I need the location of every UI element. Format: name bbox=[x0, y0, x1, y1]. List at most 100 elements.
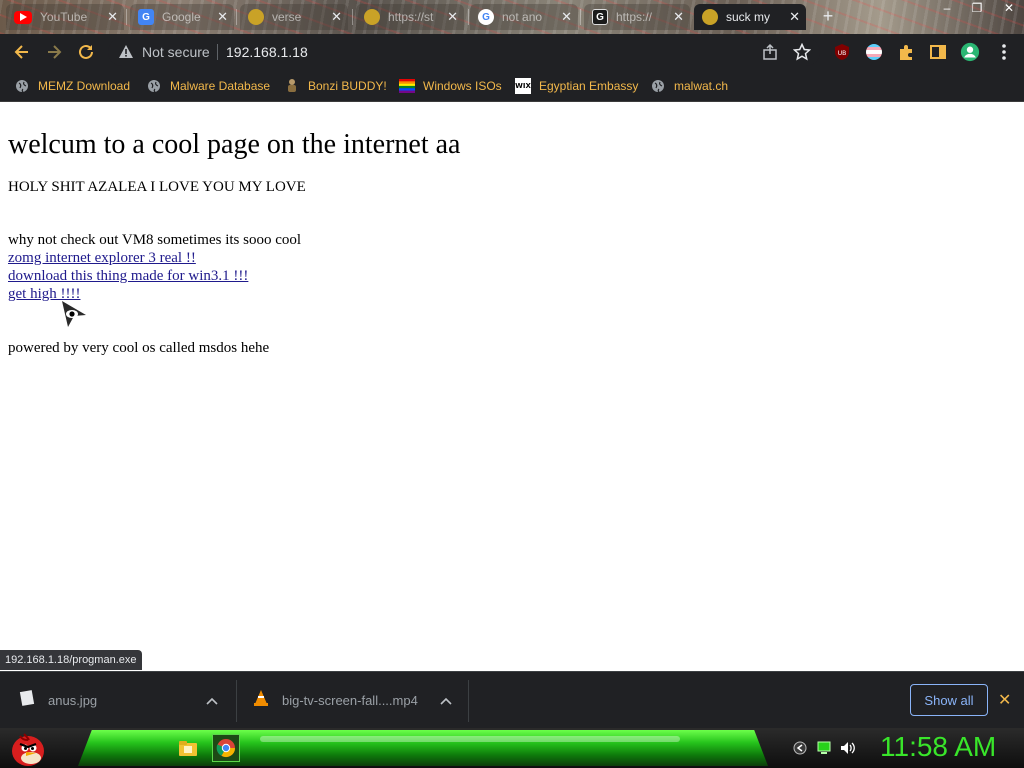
network-icon[interactable] bbox=[816, 740, 832, 756]
bookmark-label: malwat.ch bbox=[674, 79, 729, 93]
tab-title: https:// bbox=[616, 10, 653, 24]
close-window-button[interactable]: ✕ bbox=[994, 0, 1024, 18]
site-icon bbox=[248, 9, 264, 25]
close-icon[interactable]: ✕ bbox=[217, 9, 228, 25]
close-icon[interactable]: ✕ bbox=[447, 9, 458, 25]
address-bar[interactable]: Not secure 192.168.1.18 bbox=[108, 38, 820, 66]
security-label[interactable]: Not secure bbox=[142, 44, 210, 60]
tab-verse[interactable]: verse ✕ bbox=[240, 4, 348, 30]
wix-icon: WIX bbox=[515, 78, 531, 94]
bookmarks-bar: MEMZ Download Malware Database Bonzi BUD… bbox=[0, 70, 1024, 102]
trans-flag-extension-icon[interactable] bbox=[864, 42, 884, 62]
close-icon[interactable]: ✕ bbox=[107, 9, 118, 25]
tab-https-st[interactable]: https://st ✕ bbox=[356, 4, 464, 30]
tray-expand-icon[interactable] bbox=[792, 740, 808, 756]
close-icon[interactable]: ✕ bbox=[331, 9, 342, 25]
tab-active[interactable]: suck my ✕ bbox=[694, 4, 806, 30]
download-item-anus-jpg[interactable]: anus.jpg bbox=[18, 672, 230, 729]
tab-title: https://st bbox=[388, 10, 434, 24]
volume-icon[interactable] bbox=[840, 740, 856, 756]
tab-separator bbox=[580, 9, 581, 25]
download-filename: anus.jpg bbox=[48, 693, 98, 708]
url-text[interactable]: 192.168.1.18 bbox=[226, 44, 308, 60]
vm8-text: why not check out VM8 sometimes its sooo… bbox=[8, 232, 302, 248]
bookmark-label: Malware Database bbox=[170, 79, 271, 93]
rainbow-flag-icon bbox=[399, 78, 415, 94]
close-downloads-icon[interactable]: ✕ bbox=[998, 690, 1011, 710]
tab-separator bbox=[236, 9, 237, 25]
page-heading: welcum to a cool page on the internet aa bbox=[8, 129, 461, 160]
link-internet-explorer-3[interactable]: zomg internet explorer 3 real !! bbox=[8, 250, 196, 266]
taskbar-chrome[interactable] bbox=[212, 734, 240, 762]
forward-arrow-icon bbox=[48, 45, 62, 59]
site-icon bbox=[702, 9, 718, 25]
download-separator bbox=[236, 680, 237, 722]
menu-kebab-icon[interactable] bbox=[994, 42, 1014, 62]
tab-title: verse bbox=[272, 10, 302, 24]
show-all-downloads-button[interactable]: Show all bbox=[910, 684, 988, 716]
bookmark-star-icon[interactable] bbox=[792, 42, 812, 62]
google-docs-icon: G bbox=[138, 9, 154, 25]
tab-title: not ano bbox=[502, 10, 543, 24]
bookmark-label: Egyptian Embassy bbox=[539, 79, 639, 93]
eye-cursor-icon bbox=[62, 301, 86, 327]
bonzi-icon bbox=[284, 78, 300, 94]
profile-avatar-icon[interactable] bbox=[960, 42, 980, 62]
tab-youtube[interactable]: YouTube ✕ bbox=[6, 4, 124, 30]
bookmark-malware-database[interactable]: Malware Database bbox=[146, 76, 270, 96]
youtube-icon bbox=[14, 10, 32, 24]
close-icon[interactable]: ✕ bbox=[561, 9, 572, 25]
ublock-extension-icon[interactable]: UB bbox=[832, 42, 852, 62]
share-icon[interactable] bbox=[760, 42, 780, 62]
folder-icon bbox=[179, 741, 197, 756]
tab-separator bbox=[126, 9, 127, 25]
download-separator bbox=[468, 680, 469, 722]
bookmark-label: MEMZ Download bbox=[38, 79, 131, 93]
taskbar: 11:58 AM bbox=[0, 728, 1024, 768]
tab-separator bbox=[352, 9, 353, 25]
browser-toolbar: Not secure 192.168.1.18 UB bbox=[0, 34, 1024, 70]
screen: YouTube ✕ G Google ✕ verse ✕ https://st … bbox=[0, 0, 1024, 768]
globe-icon bbox=[650, 78, 666, 94]
minimize-button[interactable]: – bbox=[932, 0, 962, 18]
close-icon[interactable]: ✕ bbox=[789, 9, 800, 25]
footer-text: powered by very cool os called msdos heh… bbox=[8, 340, 270, 356]
site-icon bbox=[364, 9, 380, 25]
extensions-puzzle-icon[interactable] bbox=[896, 42, 916, 62]
warning-icon[interactable] bbox=[118, 44, 134, 65]
forward-button[interactable] bbox=[42, 40, 66, 64]
maximize-button[interactable]: ❐ bbox=[962, 0, 992, 18]
new-tab-button[interactable]: + bbox=[818, 6, 838, 26]
back-button[interactable] bbox=[10, 40, 34, 64]
reload-button[interactable] bbox=[74, 40, 98, 64]
side-panel-icon[interactable] bbox=[928, 42, 948, 62]
download-item-mp4[interactable]: big-tv-screen-fall....mp4 bbox=[252, 672, 464, 729]
image-file-icon bbox=[18, 689, 36, 712]
download-filename: big-tv-screen-fall....mp4 bbox=[282, 693, 418, 708]
tab-google[interactable]: G Google ✕ bbox=[130, 4, 234, 30]
tab-google-search[interactable]: G not ano ✕ bbox=[470, 4, 578, 30]
tab-https-g[interactable]: G https:// ✕ bbox=[584, 4, 690, 30]
tab-strip: YouTube ✕ G Google ✕ verse ✕ https://st … bbox=[0, 0, 1024, 34]
bookmark-memz-download[interactable]: MEMZ Download bbox=[14, 76, 130, 96]
chevron-up-icon[interactable] bbox=[206, 694, 218, 708]
g-site-icon: G bbox=[592, 9, 608, 25]
link-win31-download[interactable]: download this thing made for win3.1 !!! bbox=[8, 268, 248, 284]
bookmark-egyptian-embassy[interactable]: WIX Egyptian Embassy bbox=[515, 76, 638, 96]
tab-separator bbox=[468, 9, 469, 25]
downloads-shelf: anus.jpg big-tv-screen-fall....mp4 Show … bbox=[0, 671, 1024, 728]
angry-bird-start-icon[interactable] bbox=[6, 728, 50, 768]
taskbar-clock[interactable]: 11:58 AM bbox=[880, 731, 996, 763]
back-arrow-icon bbox=[14, 45, 28, 59]
globe-icon bbox=[146, 78, 162, 94]
close-icon[interactable]: ✕ bbox=[673, 9, 684, 25]
bookmark-windows-isos[interactable]: Windows ISOs bbox=[399, 76, 502, 96]
bookmark-malwatch[interactable]: malwat.ch bbox=[650, 76, 728, 96]
taskbar-file-explorer[interactable] bbox=[174, 734, 202, 762]
bookmark-label: Bonzi BUDDY! bbox=[308, 79, 387, 93]
omnibox-divider bbox=[217, 44, 218, 60]
chevron-up-icon[interactable] bbox=[440, 694, 452, 708]
love-message: HOLY SHIT AZALEA I LOVE YOU MY LOVE bbox=[8, 179, 306, 195]
chrome-icon bbox=[216, 739, 235, 758]
bookmark-bonzi-buddy[interactable]: Bonzi BUDDY! bbox=[284, 76, 387, 96]
